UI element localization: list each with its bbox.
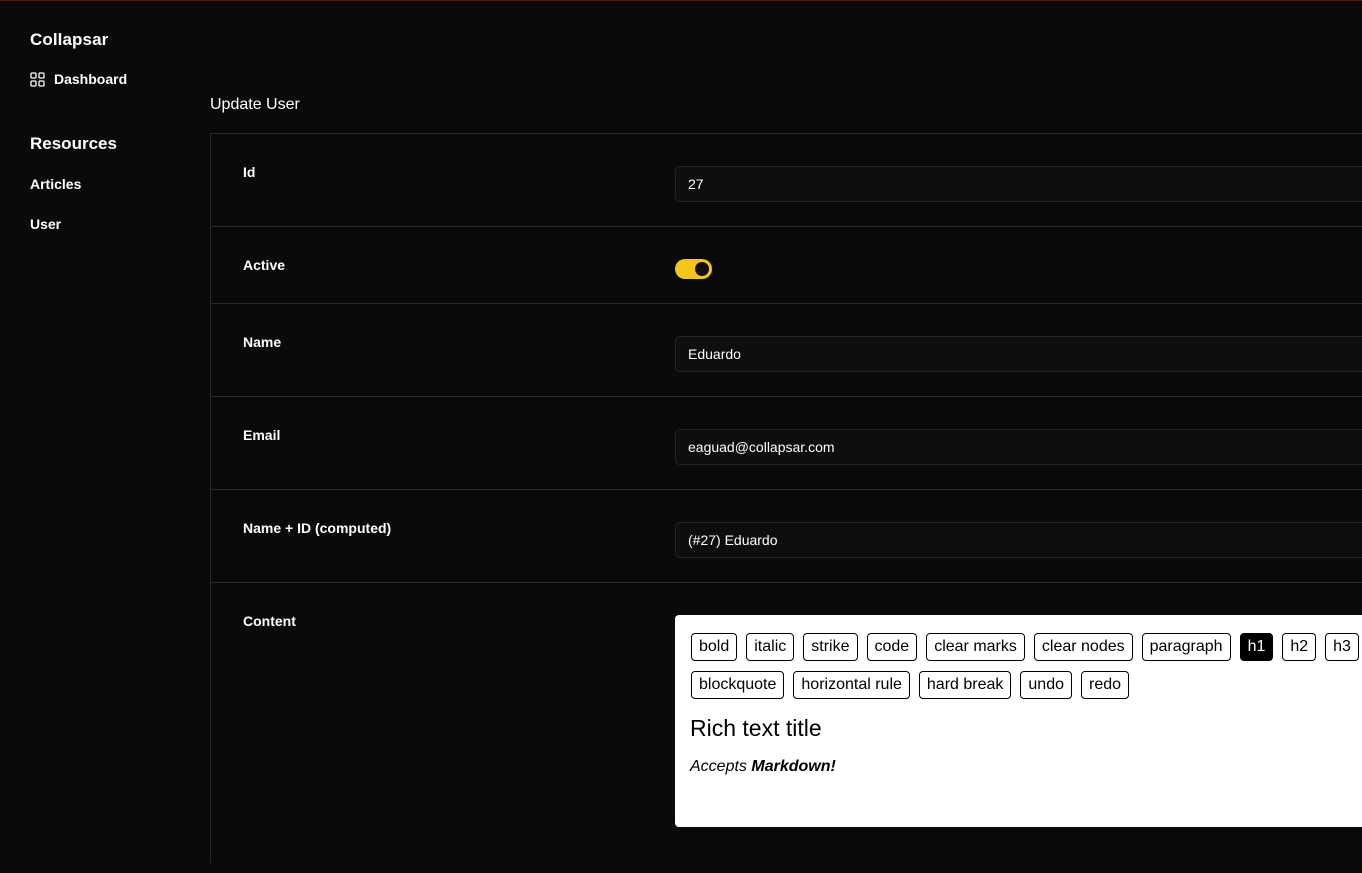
toolbar-button-strike[interactable]: strike bbox=[803, 633, 858, 661]
field-label-active: Active bbox=[243, 257, 286, 273]
toolbar-button-code[interactable]: code bbox=[866, 633, 918, 661]
toolbar-button-redo[interactable]: redo bbox=[1080, 671, 1130, 699]
toolbar-button-h3[interactable]: h3 bbox=[1325, 633, 1359, 661]
form-row-email: Email eaguad@collapsar.com bbox=[211, 397, 1362, 490]
form-panel: Id 27 Active Name Eduardo Email eaguad@c… bbox=[210, 133, 1362, 863]
toolbar-button-clear-nodes[interactable]: clear nodes bbox=[1033, 633, 1133, 661]
grid-icon bbox=[30, 71, 45, 87]
toolbar-row-2: blockquote horizontal rule hard break undo r… bbox=[691, 671, 1362, 699]
toolbar-button-blockquote[interactable]: blockquote bbox=[691, 671, 785, 699]
toolbar-button-undo[interactable]: undo bbox=[1020, 671, 1072, 699]
email-field[interactable]: eaguad@collapsar.com bbox=[675, 429, 1362, 465]
toolbar-button-h1[interactable]: h1 bbox=[1239, 633, 1274, 661]
toolbar-button-horizontal-rule[interactable]: horizontal rule bbox=[793, 671, 910, 699]
toggle-knob bbox=[695, 262, 709, 276]
editor-heading[interactable]: Rich text title bbox=[690, 715, 822, 742]
sidebar-item-user[interactable]: User bbox=[30, 216, 61, 232]
editor-paragraph[interactable]: Accepts Markdown! bbox=[690, 758, 836, 776]
field-label-name: Name bbox=[243, 334, 282, 350]
field-label-content: Content bbox=[243, 613, 296, 629]
editor-toolbar: bold italic strike code clear marks clear nod… bbox=[691, 633, 1362, 709]
form-row-computed: Name + ID (computed) (#27) Eduardo bbox=[211, 490, 1362, 583]
form-row-content: Content bold italic strike code clear marks c… bbox=[211, 583, 1362, 873]
form-row-name: Name Eduardo bbox=[211, 304, 1362, 397]
field-label-id: Id bbox=[243, 164, 256, 180]
brand-logo[interactable]: Collapsar bbox=[30, 30, 108, 50]
toolbar-button-bold[interactable]: bold bbox=[691, 633, 738, 661]
field-label-computed: Name + ID (computed) bbox=[243, 520, 392, 536]
active-toggle[interactable] bbox=[675, 259, 712, 279]
sidebar-item-articles[interactable]: Articles bbox=[30, 176, 81, 192]
form-row-id: Id 27 bbox=[211, 134, 1362, 227]
paragraph-text: Accepts bbox=[690, 758, 752, 775]
form-row-active: Active bbox=[211, 227, 1362, 304]
name-field[interactable]: Eduardo bbox=[675, 336, 1362, 372]
toolbar-row-1: bold italic strike code clear marks clear nod… bbox=[691, 633, 1362, 661]
toolbar-button-italic[interactable]: italic bbox=[746, 633, 795, 661]
toolbar-button-clear-marks[interactable]: clear marks bbox=[926, 633, 1025, 661]
page-title: Update User bbox=[210, 96, 300, 113]
computed-field[interactable]: (#27) Eduardo bbox=[675, 522, 1362, 558]
sidebar-item-label: Dashboard bbox=[54, 71, 128, 87]
paragraph-bold-text: Markdown! bbox=[751, 758, 836, 775]
rich-text-editor[interactable]: bold italic strike code clear marks clear nod… bbox=[675, 615, 1362, 827]
toolbar-button-paragraph[interactable]: paragraph bbox=[1141, 633, 1231, 661]
sidebar-item-dashboard[interactable]: Dashboard bbox=[30, 71, 127, 87]
resources-heading: Resources bbox=[30, 134, 117, 153]
field-label-email: Email bbox=[243, 427, 281, 443]
sidebar: Collapsar Dashboard Resources Articles U… bbox=[0, 0, 210, 851]
toolbar-button-hard-break[interactable]: hard break bbox=[918, 671, 1012, 699]
toolbar-button-h2[interactable]: h2 bbox=[1282, 633, 1317, 661]
id-field[interactable]: 27 bbox=[675, 166, 1362, 202]
